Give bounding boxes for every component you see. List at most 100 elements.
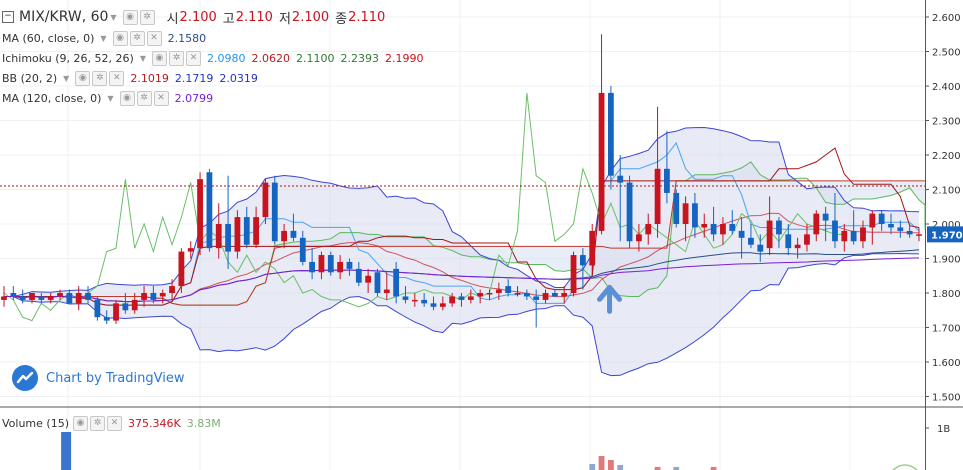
candle-body [748,237,754,245]
close-icon[interactable]: ✕ [185,50,201,66]
indicator-name[interactable]: MA (60, close, 0) [2,32,94,45]
candle-body [337,261,344,273]
close-icon[interactable]: ✕ [153,90,169,106]
chevron-down-icon[interactable]: ▼ [140,54,146,63]
indicator-value: 2.0799 [174,91,214,105]
close-label: 종 [335,11,348,27]
candle-body [869,213,876,228]
symbol-title[interactable]: MIX/KRW, 60 [19,9,108,25]
tradingview-logo-icon [12,365,38,391]
candle-body [645,224,652,235]
volume-bar [598,456,605,470]
candle-body [75,293,82,304]
candle-body [374,272,381,293]
candle-body [169,286,175,293]
candle-body [197,179,203,249]
candle-body [589,230,596,266]
candle-body [692,203,698,228]
indicator-legend-row: MA (60, close, 0) ▼ ◉ ✲ ✕ 2.1580 [2,29,212,47]
open-value: 2.100 [179,9,217,25]
collapse-icon[interactable]: − [2,11,14,23]
eye-icon[interactable]: ◉ [73,415,88,431]
candle-body [206,172,213,249]
candle-body [486,293,493,295]
close-icon[interactable]: ✕ [107,415,122,431]
gear-icon[interactable]: ✲ [136,90,152,106]
eye-icon[interactable]: ◉ [151,50,167,66]
indicator-buttons: ◉ ✲ ✕ [119,90,169,106]
candle-body [421,299,428,304]
open-label: 시 [166,11,179,27]
close-icon[interactable]: ✕ [109,70,125,86]
candle-body [505,286,512,293]
candle-body [458,296,465,300]
chevron-down-icon[interactable]: ▼ [107,94,113,103]
candle-body [860,227,866,242]
volume-name: Volume (15) [2,416,69,430]
candle-body [832,220,838,242]
candle-body [850,230,857,242]
indicator-name[interactable]: BB (20, 2) [2,72,57,85]
candle-body [355,268,362,283]
volume-axis-label: 1B [937,424,950,435]
candle-body [757,244,764,252]
candle-body [234,217,241,252]
gear-icon[interactable]: ✲ [168,50,184,66]
indicator-legend-row: MA (120, close, 0) ▼ ◉ ✲ ✕ 2.0799 [2,89,219,107]
indicator-name[interactable]: Ichimoku (9, 26, 52, 26) [2,52,134,65]
indicator-buttons: ◉ ✲ ✕ [151,50,201,66]
volume-bar [589,464,596,470]
candle-body [514,293,521,295]
tradingview-watermark[interactable]: Chart by TradingView [12,365,184,391]
candle-body [607,92,614,176]
indicator-name[interactable]: MA (120, close, 0) [2,92,101,105]
gear-icon[interactable]: ✲ [129,30,145,46]
axis-tick-label: 1.800 [932,289,961,300]
chevron-down-icon[interactable]: ▼ [63,74,69,83]
candle-body [393,268,400,297]
candle-body [159,293,166,297]
candle-body [598,92,605,231]
candle-body [495,289,502,293]
candle-body [38,296,45,300]
indicator-value: 2.0319 [219,71,258,85]
volume-bar [607,460,614,470]
candle-body [785,234,792,249]
candle-body [94,299,101,318]
volume-bar [61,432,72,470]
last-price-label: 1.970 [931,230,963,241]
candle-body [729,224,736,231]
candle-body [523,293,530,297]
eye-icon[interactable]: ◉ [122,9,138,25]
eye-icon[interactable]: ◉ [119,90,135,106]
volume-ma-line [892,464,918,470]
volume-value-1: 375.346K [128,416,181,430]
candle-body [916,234,922,236]
candle-body [673,192,680,224]
candle-body [720,224,726,235]
axis-tick-label: 1.500 [932,393,961,404]
volume-value-2: 3.83M [186,416,221,430]
candle-body [794,244,801,249]
candle-body [1,296,7,300]
gear-icon[interactable]: ✲ [90,415,105,431]
indicator-value: 2.1580 [167,31,207,45]
close-icon[interactable]: ✕ [146,30,162,46]
watermark-text: Chart by TradingView [46,370,185,386]
candle-body [122,303,129,311]
legend-buttons: ◉ ✲ [122,9,155,25]
candle-body [253,217,259,245]
candle-body [664,168,670,193]
candle-body [103,317,110,321]
chevron-down-icon[interactable]: ▼ [100,34,106,43]
eye-icon[interactable]: ◉ [75,70,91,86]
gear-icon[interactable]: ✲ [92,70,108,86]
candle-body [570,255,577,293]
candle-body [897,227,904,231]
candle-body [10,293,17,297]
candle-body [551,293,558,297]
eye-icon[interactable]: ◉ [112,30,128,46]
gear-icon[interactable]: ✲ [139,9,155,25]
candle-body [617,175,624,183]
chevron-down-icon[interactable]: ▼ [110,13,116,22]
